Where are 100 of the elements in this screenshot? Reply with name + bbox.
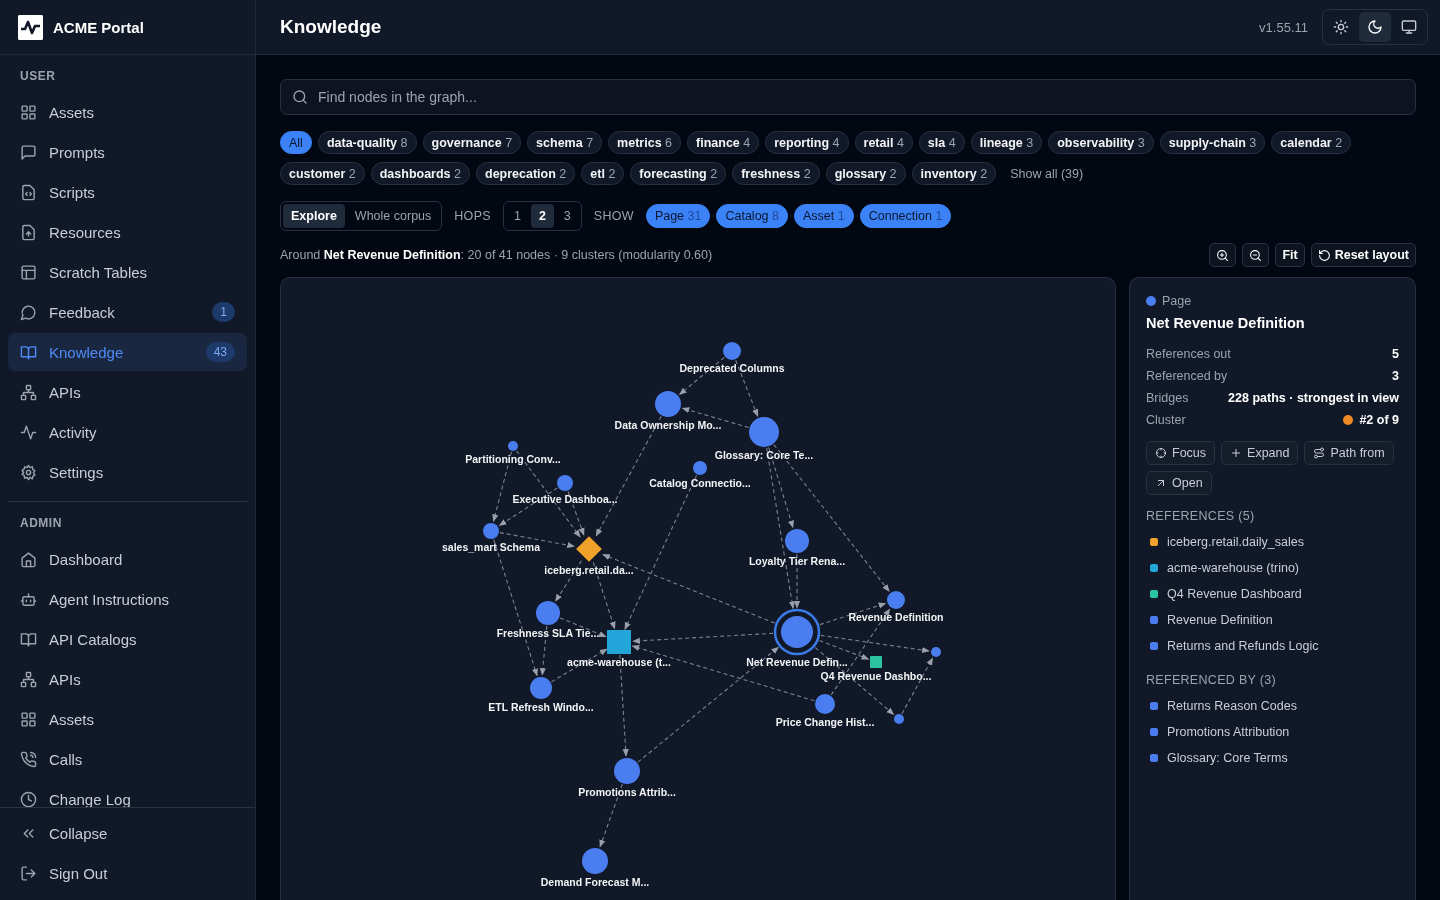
type-filter-chip[interactable]: Connection 1 xyxy=(859,204,952,228)
graph-node[interactable] xyxy=(887,591,905,609)
tag-chip[interactable]: finance 4 xyxy=(687,131,760,154)
nav-item[interactable]: Scratch Tables xyxy=(8,253,247,291)
nav-item[interactable]: Resources xyxy=(8,213,247,251)
action-button[interactable]: Expand xyxy=(1221,441,1299,465)
graph-node[interactable] xyxy=(582,848,608,874)
stat-label: Bridges xyxy=(1146,391,1189,405)
sitemap-icon xyxy=(20,383,37,401)
nav-item[interactable]: API Catalogs xyxy=(8,620,247,658)
node-label: ETL Refresh Windo... xyxy=(488,701,594,713)
type-filter-chip[interactable]: Asset 1 xyxy=(794,204,854,228)
tag-chip[interactable]: supply-chain 3 xyxy=(1159,131,1266,154)
type-filter-chip[interactable]: Catalog 8 xyxy=(716,204,788,228)
reference-item[interactable]: Returns and Refunds Logic xyxy=(1146,633,1399,659)
tag-chip[interactable]: reporting 4 xyxy=(765,131,849,154)
nav-item[interactable]: Activity xyxy=(8,413,247,451)
zoom-in-button[interactable] xyxy=(1209,243,1237,267)
search-field[interactable]: Find nodes in the graph... xyxy=(280,79,1416,115)
tag-chip[interactable]: dashboards 2 xyxy=(370,162,470,185)
square-node[interactable] xyxy=(870,656,882,668)
tag-chip[interactable]: sla 4 xyxy=(918,131,965,154)
nav-item[interactable]: Calls xyxy=(8,740,247,778)
graph-node[interactable] xyxy=(655,391,681,417)
tag-chip[interactable]: glossary 2 xyxy=(825,162,906,185)
nav-item[interactable]: Assets xyxy=(8,93,247,131)
zoom-out-button[interactable] xyxy=(1242,243,1270,267)
graph-node[interactable] xyxy=(536,601,560,625)
tag-chip[interactable]: retail 4 xyxy=(854,131,913,154)
reset-layout-button[interactable]: Reset layout xyxy=(1310,243,1416,267)
reference-item[interactable]: Promotions Attribution xyxy=(1146,719,1399,745)
tag-chip[interactable]: schema 7 xyxy=(527,131,603,154)
rotate-icon xyxy=(1317,248,1331,262)
reference-item[interactable]: Returns Reason Codes xyxy=(1146,693,1399,719)
action-button[interactable]: Path from xyxy=(1304,441,1394,465)
graph-node[interactable] xyxy=(773,608,821,656)
tag-chip[interactable]: freshness 2 xyxy=(732,162,820,185)
graph-node[interactable] xyxy=(508,441,518,451)
nav-item[interactable]: Feedback 1 xyxy=(8,293,247,331)
monitor-icon xyxy=(1401,19,1417,35)
graph-node[interactable] xyxy=(931,647,941,657)
book-icon xyxy=(20,630,37,648)
nav-item[interactable]: APIs xyxy=(8,373,247,411)
action-button[interactable]: Focus xyxy=(1146,441,1216,465)
tag-chip[interactable]: forecasting 2 xyxy=(630,162,727,185)
nav-item[interactable]: Settings xyxy=(8,453,247,491)
nav-item[interactable]: Agent Instructions xyxy=(8,580,247,618)
chat-bubble-icon xyxy=(20,303,37,321)
type-filter-chip[interactable]: Page 31 xyxy=(645,204,711,228)
graph-node[interactable] xyxy=(723,342,741,360)
show-label: SHOW xyxy=(593,209,634,223)
graph-node[interactable] xyxy=(693,461,707,475)
nav-item[interactable]: APIs xyxy=(8,660,247,698)
nav-item[interactable]: Knowledge 43 xyxy=(8,333,247,371)
tag-chip[interactable]: etl 2 xyxy=(581,162,625,185)
graph-node[interactable] xyxy=(894,714,904,724)
action-button[interactable]: Open xyxy=(1146,471,1212,495)
nav-item[interactable]: Collapse xyxy=(8,814,247,852)
hops-option[interactable]: 1 xyxy=(505,204,529,228)
graph-node[interactable] xyxy=(815,694,835,714)
mode-option[interactable]: Whole corpus xyxy=(346,204,440,228)
tag-chip[interactable]: customer 2 xyxy=(280,162,365,185)
nav-item[interactable]: Prompts xyxy=(8,133,247,171)
node-label: Freshness SLA Tie... xyxy=(496,627,600,639)
tag-chip[interactable]: metrics 6 xyxy=(608,131,682,154)
tag-chip[interactable]: observability 3 xyxy=(1048,131,1154,154)
tag-chip[interactable]: inventory 2 xyxy=(911,162,997,185)
node-label: Catalog Connectio... xyxy=(649,477,751,489)
graph-node[interactable] xyxy=(785,529,809,553)
reference-item[interactable]: Q4 Revenue Dashboard xyxy=(1146,581,1399,607)
tag-chip[interactable]: calendar 2 xyxy=(1271,131,1352,154)
nav-item[interactable]: Assets xyxy=(8,700,247,738)
nav-item[interactable]: Scripts xyxy=(8,173,247,211)
tag-chip[interactable]: governance 7 xyxy=(422,131,522,154)
mode-option[interactable]: Explore xyxy=(283,204,345,228)
theme-button[interactable] xyxy=(1359,12,1391,42)
fit-button[interactable]: Fit xyxy=(1275,243,1305,267)
graph-node[interactable] xyxy=(483,523,499,539)
nav-item[interactable]: Sign Out xyxy=(8,854,247,892)
square-node[interactable] xyxy=(607,630,631,654)
tag-chip[interactable]: deprecation 2 xyxy=(476,162,576,185)
tag-chip[interactable]: All xyxy=(280,131,312,154)
reference-item[interactable]: Glossary: Core Terms xyxy=(1146,745,1399,771)
graph-node[interactable] xyxy=(530,677,552,699)
hops-option[interactable]: 3 xyxy=(555,204,579,228)
hops-option[interactable]: 2 xyxy=(530,204,554,228)
nav-item[interactable]: Dashboard xyxy=(8,540,247,578)
node-label: Data Ownership Mo... xyxy=(614,419,722,431)
graph-node[interactable] xyxy=(749,417,779,447)
reference-item[interactable]: Revenue Definition xyxy=(1146,607,1399,633)
node-kind: Page xyxy=(1162,294,1192,308)
graph-node[interactable] xyxy=(557,475,573,491)
reference-item[interactable]: acme-warehouse (trino) xyxy=(1146,555,1399,581)
show-all-link[interactable]: Show all (39) xyxy=(1010,166,1084,181)
phone-icon xyxy=(20,750,37,768)
reference-item[interactable]: iceberg.retail.daily_sales xyxy=(1146,529,1399,555)
graph-node[interactable] xyxy=(614,758,640,784)
tag-chip[interactable]: lineage 3 xyxy=(970,131,1043,154)
nav-item[interactable]: Change Log xyxy=(8,780,247,807)
tag-chip[interactable]: data-quality 8 xyxy=(317,131,417,154)
